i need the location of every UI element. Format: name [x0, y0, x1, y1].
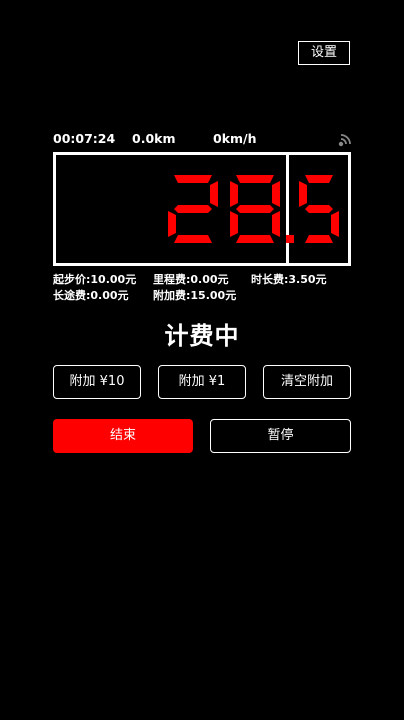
digit-segment	[174, 205, 212, 213]
digit-segment	[174, 235, 212, 243]
digit-segment	[299, 181, 307, 207]
pause-button[interactable]: 暂停	[210, 419, 351, 453]
speed: 0km/h	[213, 131, 257, 146]
mileage-fee: 里程费:0.00元	[153, 273, 229, 286]
digit-segment	[168, 211, 176, 237]
digit-segment	[174, 175, 212, 183]
extra-fee: 附加费:15.00元	[153, 289, 237, 302]
digit-segment	[305, 205, 333, 213]
fare-display	[53, 152, 351, 266]
digit-segment	[272, 181, 280, 207]
digit-segment	[331, 211, 339, 237]
signal-icon	[338, 134, 351, 147]
digit-segment	[210, 181, 218, 207]
digit-segment	[236, 205, 274, 213]
trip-stats-row: 00:07:24 0.0km 0km/h	[53, 131, 353, 149]
fare-digits	[168, 175, 339, 243]
long-distance-fee: 长途费:0.00元	[53, 289, 129, 302]
digit-segment	[236, 175, 274, 183]
add-10-button[interactable]: 附加 ¥10	[53, 365, 141, 399]
digit-segment	[230, 211, 238, 237]
elapsed-time: 00:07:24	[53, 131, 116, 146]
digit-segment	[230, 181, 238, 207]
digit-segment	[305, 235, 333, 243]
billing-status: 计费中	[164, 322, 240, 350]
clear-extra-button[interactable]: 清空附加	[263, 365, 351, 399]
fare-digits-group	[168, 175, 339, 243]
digit-segment	[236, 235, 274, 243]
add-1-button[interactable]: 附加 ¥1	[158, 365, 246, 399]
digit-segment	[272, 211, 280, 237]
decimal-point	[286, 235, 294, 243]
settings-button[interactable]: 设置	[298, 41, 350, 65]
end-button[interactable]: 结束	[53, 419, 193, 453]
time-fee: 时长费:3.50元	[251, 273, 327, 286]
start-fee: 起步价:10.00元	[53, 273, 137, 286]
taxi-meter-screen: 设置 00:07:24 0.0km 0km/h 起步价:10.00元 里程费:0…	[0, 0, 404, 720]
distance: 0.0km	[132, 131, 176, 146]
digit-segment	[305, 175, 333, 183]
